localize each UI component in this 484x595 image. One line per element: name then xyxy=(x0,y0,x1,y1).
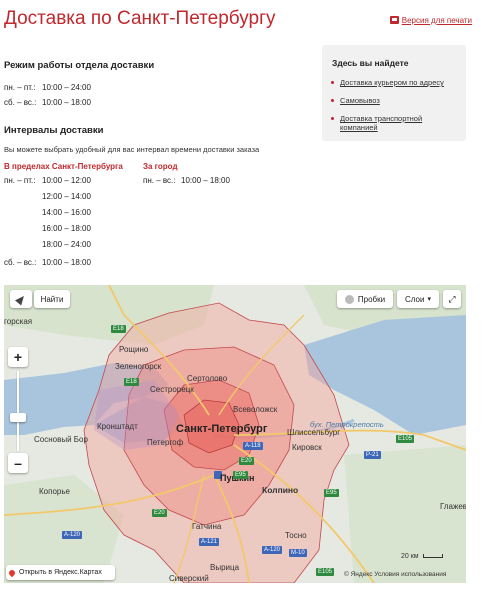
map-label-kolpino: Колпино xyxy=(262,485,299,495)
map-label-vyritsa: Вырица xyxy=(210,563,240,572)
layers-button[interactable]: Слои ▾ xyxy=(397,290,439,308)
map-label-roshchino: Рощино xyxy=(119,345,149,354)
map-label-zelenogorsk: Зеленогорск xyxy=(115,362,162,371)
map-pin-icon xyxy=(7,568,17,577)
print-link-label: Версия для печати xyxy=(401,16,472,25)
road-shield: E20 xyxy=(152,509,167,517)
map-label-petergof: Петергоф xyxy=(147,438,184,447)
zoom-slider-track[interactable] xyxy=(17,371,19,451)
map-label-glazhevo: Глажево xyxy=(440,502,466,511)
open-link-label: Открыть в Яндекс.Картах xyxy=(19,569,102,576)
link-transport-company[interactable]: Доставка транспортной компанией xyxy=(331,114,461,132)
traffic-icon xyxy=(344,294,354,304)
road-shield: E95 xyxy=(233,471,248,479)
interval-row: пн. – пт.: 10:00 – 12:00 xyxy=(4,176,91,185)
layers-label: Слои xyxy=(405,294,425,304)
traffic-button[interactable]: Пробки xyxy=(337,290,393,308)
road-shield: A-118 xyxy=(243,442,263,450)
road-shield: E20 xyxy=(239,457,254,465)
map-label-vsevolozhsk: Всеволожск xyxy=(233,405,278,414)
hours-row: пн. – пт.: 10:00 – 24:00 xyxy=(4,83,91,92)
map-scale: 20 км xyxy=(401,553,443,560)
printer-icon xyxy=(389,16,399,24)
map-label-tosno: Тосно xyxy=(285,531,307,540)
print-version-link[interactable]: Версия для печати xyxy=(389,16,472,25)
outside-interval-row: пн. – вс.: 10:00 – 18:00 xyxy=(143,176,230,185)
expand-icon: ⤢ xyxy=(448,293,456,304)
map-label-spb: Санкт-Петербург xyxy=(176,423,268,435)
link-courier-delivery[interactable]: Доставка курьером по адресу xyxy=(331,78,461,87)
map-label-gorskaya: горская xyxy=(4,317,33,326)
interval-row: 12:00 – 14:00 xyxy=(42,192,91,201)
road-shield: E18 xyxy=(124,378,139,386)
sidebar-panel: Здесь вы найдете Доставка курьером по ад… xyxy=(322,45,466,141)
open-in-yandex-maps-link[interactable]: Открыть в Яндекс.Картах xyxy=(6,565,115,580)
page-title: Доставка по Санкт-Петербургу xyxy=(4,8,276,29)
city-intervals-heading: В пределах Санкт-Петербурга xyxy=(4,162,123,171)
map-label-kronshtadt: Кронштадт xyxy=(97,422,138,431)
map-label-gatchina: Гатчина xyxy=(192,522,222,531)
interval-row: 16:00 – 18:00 xyxy=(42,224,91,233)
locate-arrow-icon xyxy=(15,292,27,306)
chevron-down-icon: ▾ xyxy=(427,296,431,303)
map-label-sestroretsk: Сестрорецк xyxy=(150,385,194,394)
map-label-shlisselburg: Шлиссельбург xyxy=(287,428,341,437)
scale-bar xyxy=(422,554,443,559)
interval-row: сб. – вс.: 10:00 – 18:00 xyxy=(4,258,91,267)
road-shield: E18 xyxy=(111,325,126,333)
road-shield: A-121 xyxy=(199,538,220,546)
road-shield: A-120 xyxy=(262,546,283,554)
map-label-kirovsk: Кировск xyxy=(292,443,322,452)
intervals-note: Вы можете выбрать удобный для вас интерв… xyxy=(4,145,260,154)
map-label-sertolovo: Сертолово xyxy=(187,374,228,383)
traffic-label: Пробки xyxy=(357,294,386,304)
intervals-heading: Интервалы доставки xyxy=(4,125,104,136)
map-search-button[interactable]: Найти xyxy=(34,290,70,308)
road-shield: P-21 xyxy=(364,451,381,459)
map-locate-button[interactable] xyxy=(10,290,32,308)
map-label-petrokrepost: бух. Петрокрепость xyxy=(310,420,384,429)
road-shield: M-10 xyxy=(289,549,307,557)
map-copyright[interactable]: © Яндекс Условия использования xyxy=(344,571,446,578)
road-shield: E105 xyxy=(316,568,335,576)
road-shield: E105 xyxy=(396,435,415,443)
map-label-sosnovy-bor: Сосновый Бор xyxy=(34,435,88,444)
zoom-out-button[interactable]: – xyxy=(8,453,28,473)
hours-row: сб. – вс.: 10:00 – 18:00 xyxy=(4,98,91,107)
outside-intervals-heading: За город xyxy=(143,162,178,171)
map-label-koporye: Копорье xyxy=(39,487,70,496)
map-label-siversky: Сиверский xyxy=(169,574,209,583)
link-pickup[interactable]: Самовывоз xyxy=(331,96,461,105)
scale-label: 20 км xyxy=(401,553,419,560)
sidebar-heading: Здесь вы найдете xyxy=(332,58,409,68)
road-shield: E95 xyxy=(324,489,339,497)
road-shield: A-120 xyxy=(62,531,83,539)
interval-row: 18:00 – 24:00 xyxy=(42,240,91,249)
delivery-map[interactable]: Санкт-Петербург Пушкин Колпино Кронштадт… xyxy=(4,285,466,583)
hours-heading: Режим работы отдела доставки xyxy=(4,60,155,71)
fullscreen-button[interactable]: ⤢ xyxy=(443,290,461,308)
sidebar-links: Доставка курьером по адресу Самовывоз До… xyxy=(331,78,461,141)
interval-row: 14:00 – 16:00 xyxy=(42,208,91,217)
zoom-in-button[interactable]: + xyxy=(8,347,28,367)
zoom-slider-handle[interactable] xyxy=(10,413,26,422)
